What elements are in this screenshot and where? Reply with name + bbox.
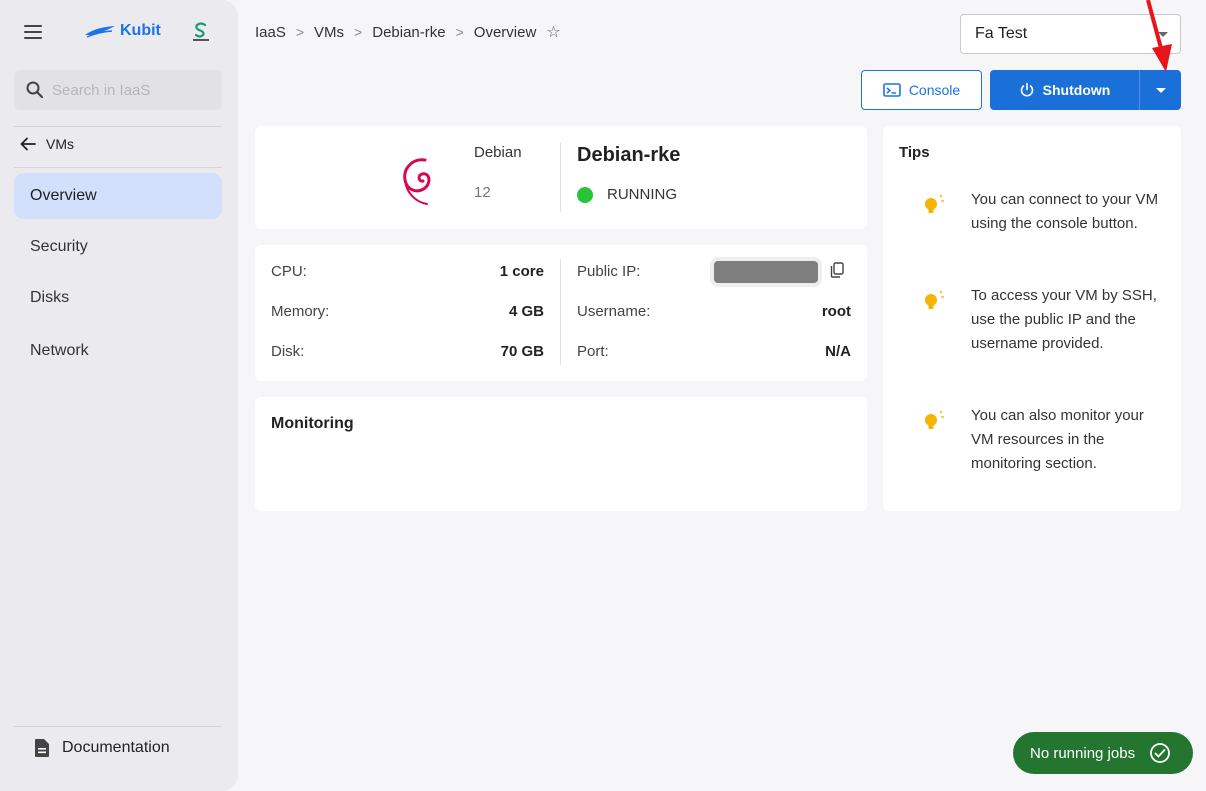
status-badge: RUNNING (577, 186, 677, 203)
monitoring-title: Monitoring (271, 415, 354, 432)
power-icon (1020, 82, 1033, 97)
back-to-vms-link[interactable]: VMs (20, 136, 74, 152)
tip-text: To access your VM by SSH, use the public… (971, 287, 1157, 352)
search-icon (26, 81, 44, 99)
documentation-label: Documentation (62, 739, 170, 756)
monitoring-card: Monitoring (255, 397, 867, 511)
vm-specs-card: CPU: 1 core Memory: 4 GB Disk: 70 GB Pub… (255, 245, 867, 381)
memory-label: Memory: (271, 303, 330, 320)
sidebar: Kubit VMs Overview Security Disks Networ… (0, 0, 238, 791)
divider (14, 726, 222, 727)
username-label: Username: (577, 303, 651, 320)
breadcrumb-item-current: Overview (473, 23, 537, 41)
copy-icon[interactable] (830, 262, 844, 278)
public-ip-label: Public IP: (577, 263, 641, 280)
lightbulb-icon (925, 290, 944, 309)
annotation-arrow-icon (1146, 0, 1172, 72)
divider (14, 126, 222, 127)
status-dot-icon (577, 186, 593, 203)
star-icon[interactable]: ☆ (546, 22, 560, 42)
sidebar-item-overview[interactable]: Overview (14, 173, 222, 219)
tip-text: You can connect to your VM using the con… (971, 191, 1159, 232)
running-jobs-label: No running jobs (1030, 744, 1136, 762)
breadcrumb: IaaS > VMs > Debian-rke > Overview ☆ (255, 22, 561, 42)
sidebar-item-disks[interactable]: Disks (14, 275, 222, 321)
cpu-label: CPU: (271, 263, 307, 280)
port-value: N/A (825, 343, 851, 360)
divider (560, 142, 561, 212)
sidebar-item-label: Security (30, 238, 88, 255)
shutdown-label: Shutdown (1042, 82, 1111, 98)
divider (14, 167, 222, 168)
lightbulb-icon (925, 194, 944, 213)
terminal-icon (883, 83, 901, 97)
memory-value: 4 GB (508, 303, 544, 320)
os-version: 12 (474, 184, 491, 201)
public-ip-value-redacted (714, 261, 818, 283)
caret-down-icon (1156, 88, 1166, 93)
lightbulb-icon (925, 410, 944, 429)
tips-title: Tips (899, 144, 930, 161)
chevron-right-icon: > (295, 24, 305, 40)
sidebar-header: Kubit (0, 0, 238, 62)
os-name: Debian (474, 144, 522, 161)
check-circle-icon (1150, 743, 1170, 763)
status-text: RUNNING (607, 186, 677, 203)
document-icon (35, 739, 49, 757)
search-field[interactable] (14, 70, 222, 110)
disk-label: Disk: (271, 343, 305, 360)
documentation-link[interactable]: Documentation (34, 738, 170, 758)
shutdown-options-dropdown-button[interactable] (1139, 70, 1181, 110)
breadcrumb-item-vms[interactable]: VMs (314, 24, 344, 41)
running-jobs-button[interactable]: No running jobs (1013, 732, 1193, 774)
vm-name: Debian-rke (577, 144, 681, 166)
console-label: Console (908, 82, 961, 98)
sidebar-item-security[interactable]: Security (14, 224, 222, 270)
arrow-left-icon (20, 137, 36, 151)
chevron-right-icon: > (354, 24, 363, 40)
brand-logo[interactable]: Kubit (84, 22, 161, 40)
breadcrumb-item-vm[interactable]: Debian-rke (372, 24, 445, 41)
menu-icon[interactable] (24, 25, 44, 39)
sidebar-item-label: Disks (30, 289, 70, 306)
divider (560, 259, 561, 365)
back-label: VMs (46, 136, 74, 152)
tips-card: Tips You can connect to your VM using th… (883, 126, 1181, 511)
sidebar-item-network[interactable]: Network (14, 328, 222, 374)
cpu-value: 1 core (499, 263, 544, 280)
chevron-right-icon: > (455, 24, 464, 40)
tip-text: You can also monitor your VM resources i… (971, 407, 1144, 472)
partner-logo-icon (193, 22, 209, 41)
username-value: root (821, 303, 851, 320)
sidebar-item-label: Overview (30, 187, 97, 204)
debian-logo-icon (403, 158, 431, 205)
disk-value: 70 GB (500, 343, 544, 360)
brand-name: Kubit (120, 22, 161, 39)
breadcrumb-item-iaas[interactable]: IaaS (255, 24, 286, 41)
search-input[interactable] (52, 81, 212, 99)
console-button[interactable]: Console (861, 70, 982, 110)
vm-summary-card: Debian 12 Debian-rke RUNNING (255, 126, 867, 229)
shutdown-button[interactable]: Shutdown (990, 70, 1139, 110)
organization-select-value: Fa Test (975, 25, 1028, 42)
port-label: Port: (577, 343, 609, 360)
sidebar-item-label: Network (30, 342, 89, 359)
kubit-logo-icon (85, 26, 115, 38)
